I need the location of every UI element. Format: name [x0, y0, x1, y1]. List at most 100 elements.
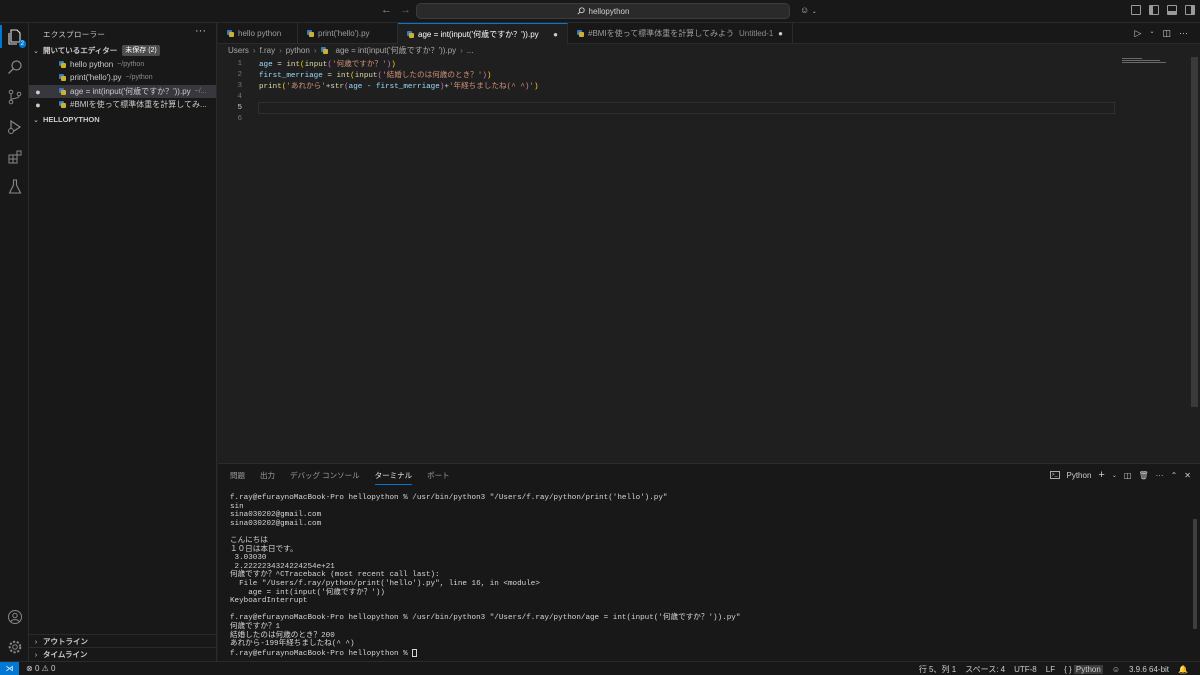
search-activity[interactable]: [6, 58, 23, 75]
copilot-icon: ☺: [800, 5, 810, 15]
terminal-line: 3.03030: [230, 554, 267, 563]
activity-bar: 2: [0, 23, 29, 661]
minimap[interactable]: [1122, 58, 1182, 66]
maximize-panel-icon[interactable]: ⌃: [1171, 471, 1178, 480]
python-file-icon: [227, 30, 234, 37]
explorer-activity[interactable]: 2: [0, 25, 26, 48]
python-file-icon: [59, 88, 66, 95]
scrollbar-thumb[interactable]: [1191, 57, 1198, 407]
current-line-highlight: [258, 102, 1115, 114]
open-editors-header[interactable]: ⌄ 開いているエディター 未保存 (2): [29, 44, 217, 57]
code-text: age = int(input('何歳ですか？')): [259, 61, 396, 69]
breadcrumb-item[interactable]: python: [286, 46, 310, 55]
chevron-down-icon: ⌄: [33, 47, 39, 55]
breadcrumb-item[interactable]: ...: [467, 46, 474, 55]
code-line: 4: [218, 91, 242, 102]
split-editor-icon[interactable]: ◫: [1162, 28, 1171, 39]
account-icon: [7, 609, 22, 624]
tab-print-hello[interactable]: print('hello').py: [298, 23, 398, 44]
outline-section[interactable]: › アウトライン: [29, 634, 217, 647]
accounts-activity[interactable]: [6, 608, 23, 625]
close-icon[interactable]: ✕: [1184, 471, 1191, 480]
open-editor-item[interactable]: ● #BMIを使って標準体重を計算してみ...: [29, 98, 216, 111]
unsaved-dot-icon[interactable]: ●: [29, 87, 47, 97]
breadcrumb-item[interactable]: f.ray: [260, 46, 276, 55]
end-of-line[interactable]: LF: [1046, 665, 1055, 674]
add-terminal-icon[interactable]: +: [1098, 469, 1104, 481]
editor-scrollbar[interactable]: [1188, 57, 1200, 463]
unsaved-dot-icon[interactable]: ●: [778, 29, 783, 38]
unsaved-dot-icon[interactable]: ●: [553, 30, 558, 39]
code-line: 2 first_merriage = int(input('結婚したのは何歳のと…: [218, 69, 491, 81]
tab-output[interactable]: 出力: [260, 470, 275, 485]
folder-header[interactable]: ⌄ HELLOPYTHON: [29, 113, 217, 126]
forward-arrow-icon[interactable]: →: [400, 4, 411, 16]
problems-status[interactable]: ⊗ 0 ⚠ 0: [26, 664, 55, 673]
copilot-status-icon[interactable]: ☺: [1112, 665, 1120, 674]
manage-activity[interactable]: [6, 638, 23, 655]
trash-icon[interactable]: 🗑: [1138, 471, 1148, 480]
indentation[interactable]: スペース: 4: [965, 664, 1005, 675]
tab-hello-python[interactable]: hello python: [218, 23, 298, 44]
code-editor[interactable]: 1 age = int(input('何歳ですか？')) 2 first_mer…: [218, 57, 1200, 463]
more-actions-icon[interactable]: ···: [195, 25, 206, 37]
timeline-label: タイムライン: [43, 649, 88, 659]
tab-ports[interactable]: ポート: [427, 470, 450, 485]
split-terminal-icon[interactable]: ◫: [1124, 471, 1132, 480]
command-center-search[interactable]: hellopython: [416, 3, 790, 19]
editor-tabs: hello python print('hello').py age = int…: [218, 23, 1200, 45]
tab-bmi[interactable]: #BMIを使って標準体重を計算してみよう Untitled-1 ●: [568, 23, 793, 44]
python-file-icon: [59, 74, 66, 81]
encoding[interactable]: UTF-8: [1014, 665, 1037, 674]
search-icon: [576, 7, 585, 15]
command-center-text: hellopython: [588, 6, 630, 16]
chevron-down-icon[interactable]: ⌄: [1149, 28, 1154, 39]
terminal-line: sina030202@gmail.com: [230, 511, 322, 520]
cursor-position[interactable]: 行 5、列 1: [919, 664, 956, 675]
chevron-right-icon: ›: [279, 46, 282, 55]
run-debug-activity[interactable]: [6, 118, 23, 135]
chevron-down-icon[interactable]: ⌄: [1112, 472, 1117, 479]
run-icon[interactable]: ▷: [1135, 28, 1142, 39]
code-text: print('あれから'+str(age - first_merriage)+'…: [259, 83, 539, 91]
more-actions-icon[interactable]: ···: [1179, 28, 1188, 39]
explorer-badge: 2: [18, 40, 26, 48]
braces-icon: { }: [1064, 664, 1072, 674]
terminal-line: sina030202@gmail.com: [230, 519, 322, 528]
customize-layout-icon[interactable]: [1131, 5, 1141, 15]
open-editor-item[interactable]: ● age = int(input('何歳ですか？')).py ~/...: [29, 85, 216, 98]
unsaved-dot-icon[interactable]: ●: [29, 100, 47, 110]
testing-activity[interactable]: [6, 178, 23, 195]
terminal-profile[interactable]: Python: [1067, 471, 1092, 480]
python-file-icon: [59, 61, 66, 68]
notifications-icon[interactable]: 🔔: [1178, 665, 1188, 674]
tab-terminal[interactable]: ターミナル: [374, 470, 413, 485]
extensions-activity[interactable]: [6, 148, 23, 165]
timeline-section[interactable]: › タイムライン: [29, 647, 217, 660]
remote-indicator[interactable]: ⋊: [0, 661, 19, 675]
source-control-activity[interactable]: [6, 88, 23, 105]
warning-count: 0: [51, 664, 56, 673]
open-editor-item[interactable]: print('hello').py ~/python: [29, 71, 216, 84]
code-line: 6: [218, 113, 242, 124]
scrollbar-thumb[interactable]: [1193, 519, 1197, 629]
terminal-output[interactable]: f.ray@efuraynoMacBook-Pro hellopython % …: [230, 494, 1180, 658]
breadcrumb-item[interactable]: Users: [228, 46, 249, 55]
terminal-scrollbar[interactable]: [1188, 484, 1200, 662]
open-editor-item[interactable]: hello python ~/python: [29, 58, 216, 71]
language-mode[interactable]: { } Python: [1064, 664, 1103, 674]
more-actions-icon[interactable]: ···: [1156, 471, 1164, 480]
unsaved-badge: 未保存 (2): [122, 45, 160, 56]
error-icon: ⊗: [26, 664, 33, 673]
back-arrow-icon[interactable]: ←: [381, 4, 392, 16]
tab-age-input[interactable]: age = int(input('何歳ですか？')).py ●: [398, 23, 568, 45]
tab-problems[interactable]: 問題: [230, 470, 245, 485]
toggle-panel-icon[interactable]: [1167, 5, 1177, 15]
toggle-primary-sidebar-icon[interactable]: [1149, 5, 1159, 15]
breadcrumb-item[interactable]: age = int(input('何歳ですか？')).py: [336, 45, 457, 56]
copilot-menu[interactable]: ☺ ⌄: [800, 5, 817, 15]
tab-debug-console[interactable]: デバッグ コンソール: [290, 470, 360, 485]
python-interpreter[interactable]: 3.9.6 64-bit: [1129, 665, 1169, 674]
toggle-secondary-sidebar-icon[interactable]: [1185, 5, 1195, 15]
explorer-sidebar: エクスプローラー ··· ⌄ 開いているエディター 未保存 (2) hello …: [29, 23, 217, 661]
